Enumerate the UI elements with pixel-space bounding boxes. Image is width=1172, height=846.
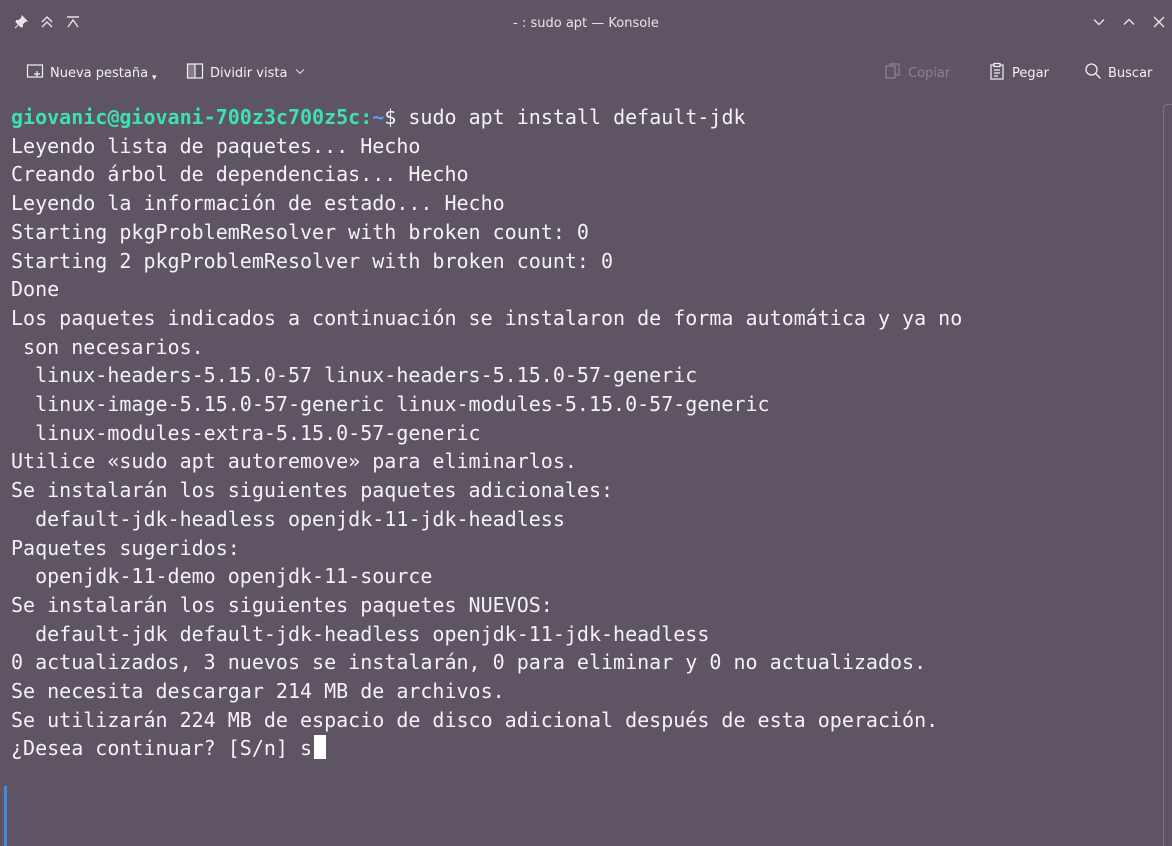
output-line: default-jdk-headless openjdk-11-jdk-head… (11, 506, 565, 531)
konsole-window: - : sudo apt — Konsole Nueva pestaña ▾ D… (0, 0, 1172, 846)
output-line: Se utilizarán 224 MB de espacio de disco… (11, 707, 939, 732)
prompt-user-host: giovanic@giovani-700z3c700z5c (11, 105, 361, 129)
output-line: linux-headers-5.15.0-57 linux-headers-5.… (11, 363, 698, 388)
output-line: Paquetes sugeridos: (11, 535, 240, 560)
confirm-question: ¿Desea continuar? [S/n] (11, 736, 300, 761)
search-icon (1084, 62, 1102, 84)
paste-label: Pegar (1012, 65, 1049, 81)
window-title: - : sudo apt — Konsole (513, 16, 659, 31)
output-line: Se instalarán los siguientes paquetes NU… (11, 592, 553, 617)
output-line: linux-modules-extra-5.15.0-57-generic (11, 420, 481, 445)
new-tab-dropdown-icon: ▾ (152, 73, 157, 83)
prompt-path: ~ (372, 105, 385, 129)
output-line: son necesarios. (11, 334, 204, 359)
copy-icon (884, 62, 902, 84)
output-line: Starting 2 pkgProblemResolver with broke… (11, 248, 614, 273)
search-button[interactable]: Buscar (1084, 62, 1152, 84)
prompt-line: giovanic@giovani-700z3c700z5c:~$ sudo ap… (11, 105, 746, 129)
typed-input[interactable]: s (300, 736, 312, 760)
output-line: 0 actualizados, 3 nuevos se instalarán, … (11, 650, 927, 675)
copy-button[interactable]: Copiar (884, 62, 950, 84)
search-label: Buscar (1108, 65, 1153, 81)
confirm-line: ¿Desea continuar? [S/n] s (11, 735, 327, 761)
paste-button[interactable]: Pegar (988, 62, 1049, 84)
output-line: Starting pkgProblemResolver with broken … (11, 219, 589, 244)
chevron-down-icon (293, 64, 307, 82)
output-line: Done (11, 277, 60, 302)
terminal-view[interactable]: giovanic@giovani-700z3c700z5c:~$ sudo ap… (4, 100, 1164, 846)
new-tab-icon (26, 62, 44, 84)
output-line: Se instalarán los siguientes paquetes ad… (11, 478, 614, 503)
text-cursor (314, 735, 327, 760)
new-tab-label: Nueva pestaña (50, 65, 149, 81)
output-line: linux-image-5.15.0-57-generic linux-modu… (11, 392, 770, 417)
command-text: sudo apt install default-jdk (396, 105, 746, 129)
output-line: Creando árbol de dependencias... Hecho (11, 162, 469, 187)
split-view-icon (186, 62, 204, 84)
close-icon[interactable] (1152, 15, 1166, 29)
split-view-button[interactable]: Dividir vista (186, 62, 307, 84)
maximize-icon[interactable] (1122, 15, 1136, 29)
split-view-label: Dividir vista (210, 65, 288, 81)
toolbar: Nueva pestaña ▾ Dividir vista Copiar Peg… (0, 52, 1172, 96)
output-line: Leyendo la información de estado... Hech… (11, 191, 505, 216)
copy-label: Copiar (908, 65, 951, 81)
output-line: openjdk-11-demo openjdk-11-source (11, 564, 433, 589)
paste-icon (988, 62, 1006, 84)
output-line: default-jdk default-jdk-headless openjdk… (11, 621, 710, 646)
output-line: Utilice «sudo apt autoremove» para elimi… (11, 449, 577, 474)
title-bar[interactable]: - : sudo apt — Konsole (0, 0, 1172, 52)
prompt-separator: : (360, 105, 373, 129)
new-tab-button[interactable]: Nueva pestaña ▾ (26, 62, 157, 84)
focus-indicator (4, 786, 7, 846)
output-line: Se necesita descargar 214 MB de archivos… (11, 679, 505, 704)
output-line: Los paquetes indicados a continuación se… (11, 305, 963, 330)
minimize-icon[interactable] (1092, 15, 1106, 29)
scrollbar[interactable] (1163, 104, 1172, 846)
output-line: Leyendo lista de paquetes... Hecho (11, 133, 421, 158)
terminal-output: giovanic@giovani-700z3c700z5c:~$ sudo ap… (11, 103, 962, 763)
prompt-symbol: $ (384, 105, 397, 129)
